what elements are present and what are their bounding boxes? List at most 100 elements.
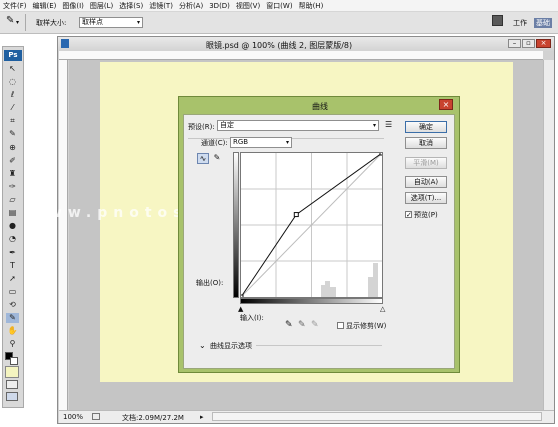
eyedropper-icon[interactable]: ✎	[6, 15, 14, 26]
minimize-icon[interactable]: –	[508, 39, 521, 48]
channel-select[interactable]: RGB ▾	[230, 137, 292, 148]
hand-tool-icon[interactable]: ✋	[6, 326, 19, 336]
crop-tool-icon[interactable]: ⌗	[6, 116, 19, 126]
screen-mode-icon[interactable]	[6, 380, 18, 389]
eyedropper-tool-active-icon[interactable]: ✎	[6, 313, 19, 323]
healing-tool-icon[interactable]: ⊕	[6, 143, 19, 153]
check-icon: ✓	[406, 211, 412, 219]
options-button[interactable]: 选项(T)...	[405, 192, 447, 204]
horizontal-ruler[interactable]	[59, 51, 543, 60]
sample-size-label: 取样大小:	[36, 19, 67, 27]
menu-file[interactable]: 文件(F)	[3, 1, 27, 11]
curve-control-point[interactable]	[238, 294, 244, 300]
vertical-scrollbar[interactable]	[543, 60, 554, 410]
channel-value: RGB	[233, 138, 249, 146]
zoom-tool-icon[interactable]: ⚲	[6, 339, 19, 349]
smooth-button[interactable]: 平滑(M)	[405, 157, 447, 169]
output-gradient-bar	[233, 152, 239, 298]
restore-icon[interactable]: ▫	[522, 39, 535, 48]
menu-image[interactable]: 图像(I)	[62, 1, 84, 11]
white-eyedropper-icon[interactable]: ✎	[311, 320, 319, 330]
menu-window[interactable]: 窗口(W)	[266, 1, 292, 11]
close-icon[interactable]: ×	[536, 39, 551, 48]
bridge-icon[interactable]	[492, 15, 503, 26]
shape-tool-icon[interactable]: ▭	[6, 287, 19, 297]
histogram	[321, 263, 378, 297]
auto-button[interactable]: 自动(A)	[405, 176, 447, 188]
preset-select[interactable]: 自定 ▾	[217, 120, 379, 131]
show-clipping-label: 显示修剪(W)	[346, 322, 387, 330]
sample-size-select[interactable]: 取样点 ▾	[79, 17, 143, 28]
preview-checkbox[interactable]: ✓	[405, 211, 412, 219]
menu-filter[interactable]: 滤镜(T)	[149, 1, 173, 11]
menu-3d[interactable]: 3D(D)	[209, 2, 230, 10]
edit-in-quickmask-icon[interactable]	[6, 392, 18, 401]
input-label: 输入(I):	[240, 314, 264, 322]
curve-edit-points-icon[interactable]: ∿	[197, 153, 209, 164]
expand-options-icon[interactable]: ⌄	[199, 341, 206, 350]
zoom-level[interactable]: 100%	[63, 413, 83, 421]
menu-view[interactable]: 视图(V)	[236, 1, 260, 11]
history-brush-tool-icon[interactable]: ✑	[6, 182, 19, 192]
chevron-down-icon: ▾	[372, 122, 376, 129]
dodge-tool-icon[interactable]: ◔	[6, 234, 19, 244]
ok-button[interactable]: 确定	[405, 121, 447, 133]
dialog-close-icon[interactable]: ×	[439, 99, 453, 110]
channel-label: 通道(C):	[201, 139, 228, 147]
marquee-tool-icon[interactable]: ◌	[6, 77, 19, 87]
eyedropper-tool-icon[interactable]: ✎	[6, 129, 19, 139]
preset-options-icon[interactable]: ☰	[385, 120, 392, 129]
workspace-label[interactable]: 工作	[513, 18, 527, 28]
preview-label: 预览(P)	[414, 211, 438, 219]
document-title: 眼镜.psd @ 100% (曲线 2, 图层蒙版/8)	[206, 41, 353, 50]
menu-bar: 文件(F) 编辑(E) 图像(I) 图层(L) 选择(S) 滤镜(T) 分析(A…	[0, 0, 558, 12]
path-selection-tool-icon[interactable]: ➚	[6, 274, 19, 284]
stamp-tool-icon[interactable]: ♜	[6, 169, 19, 179]
blur-tool-icon[interactable]: ●	[6, 221, 19, 231]
brush-tool-icon[interactable]: ✐	[6, 156, 19, 166]
curve-svg	[238, 150, 385, 300]
pen-tool-icon[interactable]: ✒	[6, 248, 19, 258]
chevron-down-icon[interactable]: ▾	[16, 19, 19, 26]
ps-logo: Ps	[4, 50, 22, 61]
status-arrow-icon[interactable]: ▸	[200, 413, 204, 421]
white-point-slider-icon[interactable]: △	[380, 305, 385, 313]
divider	[256, 345, 382, 346]
menu-select[interactable]: 选择(S)	[119, 1, 143, 11]
menu-help[interactable]: 帮助(H)	[299, 1, 324, 11]
pencil-draw-icon[interactable]: ✎	[211, 153, 223, 164]
chevron-down-icon: ▾	[136, 19, 140, 26]
type-tool-icon[interactable]: T	[6, 261, 19, 271]
document-size: 文档:2.09M/27.2M	[122, 414, 184, 422]
show-clipping-checkbox[interactable]	[337, 322, 344, 329]
horizontal-scrollbar[interactable]	[212, 412, 542, 421]
gray-eyedropper-icon[interactable]: ✎	[298, 320, 306, 330]
input-gradient-bar	[240, 298, 383, 304]
curve-display-options-label[interactable]: 曲线显示选项	[210, 341, 252, 351]
eraser-tool-icon[interactable]: ▱	[6, 195, 19, 205]
preset-label: 预设(R):	[188, 123, 215, 131]
quick-mask-icon[interactable]	[5, 366, 19, 378]
background-color-swatch[interactable]	[10, 357, 18, 365]
cancel-button[interactable]: 取消	[405, 137, 447, 149]
vertical-ruler[interactable]	[59, 60, 68, 410]
workspace-basic-button[interactable]: 基础	[534, 18, 552, 28]
3d-rotate-tool-icon[interactable]: ⟲	[6, 300, 19, 310]
black-eyedropper-icon[interactable]: ✎	[285, 320, 293, 330]
menu-layer[interactable]: 图层(L)	[90, 1, 113, 11]
curve-graph[interactable]	[238, 150, 385, 300]
black-point-slider-icon[interactable]: ▲	[238, 305, 243, 313]
lasso-tool-icon[interactable]: ℓ	[6, 90, 19, 100]
status-icon[interactable]	[92, 413, 100, 420]
magic-wand-tool-icon[interactable]: ⁄	[6, 103, 19, 113]
menu-analysis[interactable]: 分析(A)	[179, 1, 203, 11]
output-label: 输出(O):	[196, 279, 224, 287]
dialog-title: 曲线	[312, 102, 328, 111]
menu-edit[interactable]: 编辑(E)	[33, 1, 57, 11]
gradient-tool-icon[interactable]: ▤	[6, 208, 19, 218]
curve-control-point[interactable]	[379, 150, 385, 156]
move-tool-icon[interactable]: ↖	[6, 64, 19, 74]
ps-document-icon	[61, 39, 69, 48]
chevron-down-icon: ▾	[285, 139, 289, 146]
curve-control-point[interactable]	[293, 212, 299, 218]
